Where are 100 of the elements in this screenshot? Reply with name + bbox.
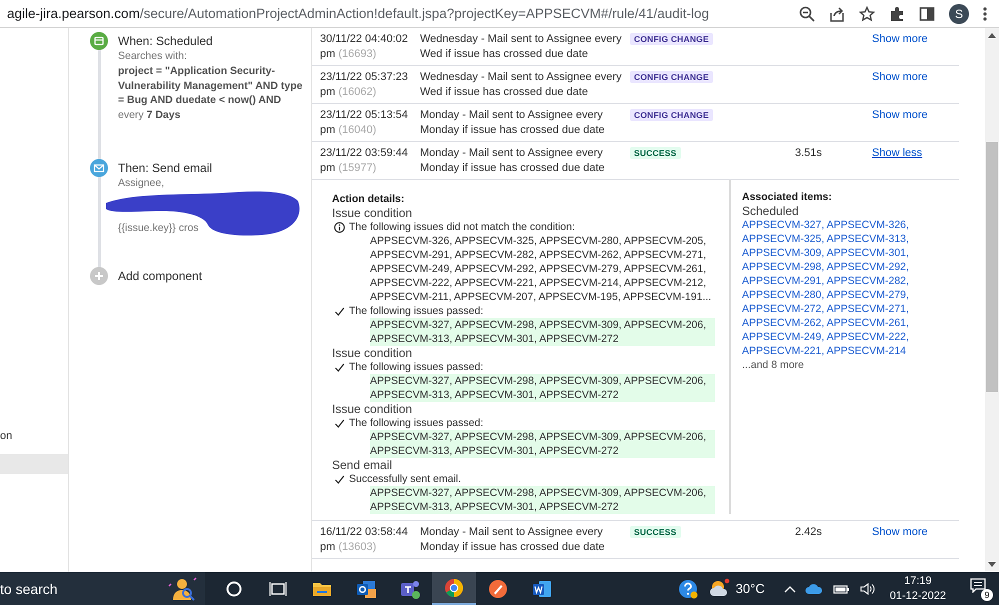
status-lozenge: CONFIG CHANGE	[630, 33, 713, 45]
trigger-name: Scheduled	[742, 204, 800, 218]
component-name: Issue condition	[332, 346, 414, 360]
toggle-link[interactable]: Show more	[872, 71, 928, 83]
separator: ,	[821, 331, 826, 343]
component-title: When: Scheduled	[118, 33, 214, 49]
toggle-link[interactable]: Show more	[872, 33, 928, 45]
check-icon	[334, 306, 345, 316]
cloud-icon[interactable]	[804, 582, 823, 594]
url-field[interactable]: agile-jira.pearson.com/secure/AutomationProjectAdminAction!default.jspa?projectKey=APPSECVM#/rule/41/audit-log	[0, 6, 799, 21]
separator: ,	[821, 247, 826, 259]
sidebar-icon[interactable]	[919, 6, 935, 22]
issue-list: APPSECVM-327, APPSECVM-298, APPSECVM-309, APPSECVM-206, APPSECVM-313, APPSECVM-301, APPSECVM-272	[370, 374, 715, 402]
issue-link[interactable]: APPSECVM-222	[826, 331, 906, 343]
issue-link[interactable]: APPSECVM-292	[826, 261, 906, 273]
scroll-up-arrow-icon[interactable]	[988, 32, 996, 38]
scrollbar[interactable]	[985, 28, 999, 572]
issue-link[interactable]: APPSECVM-326	[826, 219, 906, 231]
clock[interactable]: 17:19 01-12-2022	[890, 574, 946, 604]
result-text: The following issues passed:	[349, 416, 484, 430]
status-lozenge: SUCCESS	[630, 147, 680, 159]
check-icon	[334, 474, 345, 484]
calendar-icon	[90, 32, 108, 50]
more-count: ...and 8 more	[742, 358, 805, 372]
component-name: Issue condition	[332, 206, 414, 220]
log-description: Wednesday - Mail sent to Assignee every Wed if issue has crossed due date	[420, 32, 623, 62]
status-lozenge: CONFIG CHANGE	[630, 109, 713, 121]
separator: ,	[906, 331, 909, 343]
status-lozenge: SUCCESS	[630, 526, 680, 538]
sidebar-item[interactable]: on	[0, 424, 68, 448]
issue-link[interactable]: APPSECVM-271	[826, 303, 906, 315]
component-name: Send email	[332, 458, 394, 472]
issue-link[interactable]: APPSECVM-221	[742, 345, 822, 357]
issue-list: APPSECVM-327, APPSECVM-298, APPSECVM-309, APPSECVM-206, APPSECVM-313, APPSECVM-301, APPSECVM-272	[370, 318, 715, 346]
toggle-link[interactable]: Show less	[872, 147, 922, 159]
search-field[interactable]: to search	[0, 572, 205, 605]
battery-icon[interactable]	[832, 582, 850, 594]
check-icon	[334, 418, 345, 428]
query-text: project = "Application Security-Vulnerability Management" AND type = Bug AND duedate < now() AND	[118, 64, 303, 108]
issue-link[interactable]: APPSECVM-214	[826, 345, 906, 357]
separator: ,	[821, 219, 826, 231]
separator: ,	[821, 289, 826, 301]
chevron-up-icon[interactable]	[784, 584, 796, 592]
browser-icon[interactable]	[432, 572, 476, 605]
star-icon[interactable]	[859, 6, 875, 22]
separator: ,	[906, 233, 909, 245]
component-detail: Assignee,	[118, 176, 166, 191]
zoom-icon[interactable]	[799, 6, 815, 22]
issue-list: APPSECVM-327, APPSECVM-298, APPSECVM-309, APPSECVM-206, APPSECVM-313, APPSECVM-301, APPSECVM-272	[370, 486, 715, 514]
issue-link[interactable]: APPSECVM-280	[742, 289, 822, 301]
scroll-down-arrow-icon[interactable]	[988, 562, 996, 568]
section-heading: Action details:	[332, 192, 406, 206]
plus-icon	[90, 266, 108, 285]
duration: 3.51s	[795, 147, 822, 159]
separator: ,	[906, 275, 909, 287]
issue-link[interactable]: APPSECVM-313	[826, 233, 906, 245]
issue-link[interactable]: APPSECVM-327	[742, 219, 822, 231]
speaker-icon[interactable]	[858, 582, 875, 596]
issue-link[interactable]: APPSECVM-291	[742, 275, 822, 287]
issue-list: APPSECVM-327, APPSECVM-298, APPSECVM-309, APPSECVM-206, APPSECVM-313, APPSECVM-301, APPSECVM-272	[370, 430, 715, 458]
issue-link[interactable]: APPSECVM-325	[742, 233, 822, 245]
section-heading: Associated items:	[742, 190, 833, 204]
log-description: Monday - Mail sent to Assignee every Monday if issue has crossed due date	[420, 525, 606, 555]
help-icon[interactable]	[676, 578, 699, 600]
status-lozenge: CONFIG CHANGE	[630, 71, 713, 83]
notification-count: 9	[981, 588, 993, 600]
separator: ,	[821, 317, 826, 329]
toggle-link[interactable]: Show more	[872, 526, 928, 538]
issue-link[interactable]: APPSECVM-298	[742, 261, 822, 273]
profile-avatar[interactable]: S	[949, 4, 969, 24]
issue-link[interactable]: APPSECVM-279	[826, 289, 906, 301]
separator: ,	[906, 261, 909, 273]
separator: ,	[821, 303, 826, 315]
issue-link[interactable]: APPSECVM-249	[742, 331, 822, 343]
timestamp: 23/11/22 03:59:44 pm (15977)	[320, 146, 409, 176]
timestamp: 30/11/22 04:40:02 pm (16693)	[320, 32, 409, 62]
envelope-icon	[90, 158, 108, 177]
toggle-link[interactable]: Show more	[872, 109, 928, 121]
component-title[interactable]: Add component	[118, 268, 202, 284]
puzzle-icon[interactable]	[889, 6, 905, 22]
timestamp: 23/11/22 05:13:54 pm (16040)	[320, 108, 409, 138]
timestamp: 23/11/22 05:37:23 pm (16062)	[320, 70, 409, 100]
component-title: Then: Send email	[118, 160, 214, 176]
separator: ,	[906, 219, 909, 231]
menu-icon[interactable]	[983, 6, 987, 22]
share-icon[interactable]	[829, 6, 845, 22]
check-icon	[334, 362, 345, 372]
component-detail: every 7 Days	[118, 108, 182, 123]
issue-link[interactable]: APPSECVM-272	[742, 303, 822, 315]
separator: ,	[906, 247, 909, 259]
issue-link[interactable]: APPSECVM-301	[826, 247, 906, 259]
log-description: Wednesday - Mail sent to Assignee every Wed if issue has crossed due date	[420, 70, 623, 100]
separator: ,	[821, 233, 826, 245]
separator: ,	[906, 303, 909, 315]
result-text: Successfully sent email.	[349, 472, 462, 486]
issue-link[interactable]: APPSECVM-309	[742, 247, 822, 259]
component-detail: Searches with:	[118, 49, 188, 64]
issue-link[interactable]: APPSECVM-261	[826, 317, 906, 329]
issue-link[interactable]: APPSECVM-282	[826, 275, 906, 287]
issue-link[interactable]: APPSECVM-262	[742, 317, 822, 329]
